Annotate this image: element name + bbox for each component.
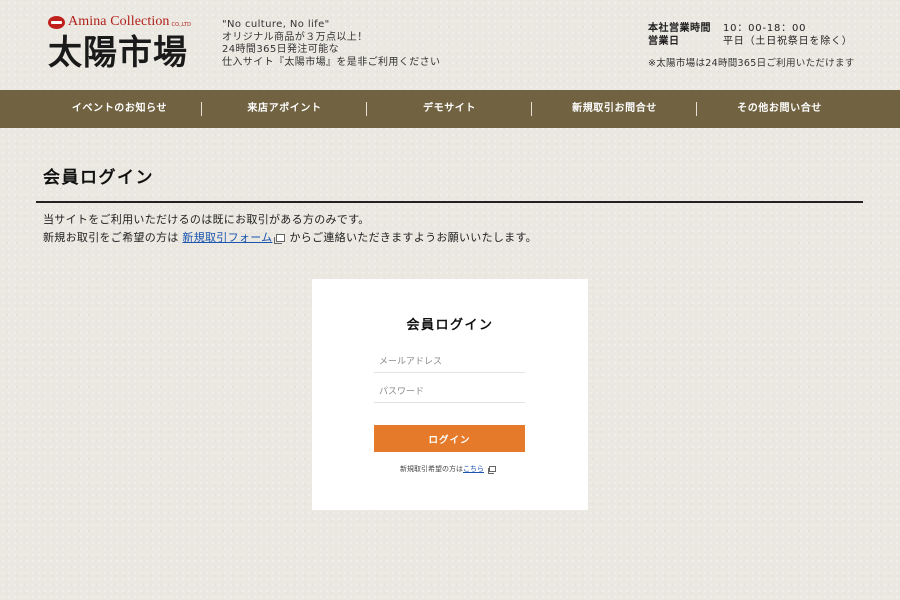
intro-line: 当サイトをご利用いただけるのは既にお取引がある方のみです。 (43, 213, 370, 226)
tagline-line: "No culture, No life" (222, 19, 330, 30)
header-tagline: "No culture, No life" オリジナル商品が３万点以上！ 24時… (222, 19, 440, 69)
title-divider (36, 201, 863, 203)
days-label: 営業日 (648, 36, 680, 47)
hours-label: 本社営業時間 (648, 23, 711, 34)
days-value: 平日（土日祝祭日を除く） (723, 36, 853, 47)
nav-item-new-business-inquiry[interactable]: 新規取引お問合せ (532, 90, 697, 128)
logo-site-name: 太陽市場 (48, 33, 188, 73)
password-input[interactable] (374, 381, 525, 403)
intro-suffix: からご連絡いただきますようお願いいたします。 (289, 231, 537, 244)
external-link-icon (274, 234, 286, 244)
logo-brand-name: Amina Collection (68, 14, 170, 29)
nav-item-events[interactable]: イベントのお知らせ (37, 90, 202, 128)
hours-row: 本社営業時間 10：00-18：00 (648, 22, 855, 35)
email-input[interactable] (374, 351, 525, 373)
login-card-title: 会員ログイン (406, 318, 494, 333)
site-logo[interactable]: Amina Collection CO.,LTD 太陽市場 (48, 13, 213, 77)
business-hours: 本社営業時間 10：00-18：00 営業日 平日（土日祝祭日を除く） ※太陽市… (648, 22, 855, 69)
hours-note: ※太陽市場は24時間365日ご利用いただけます (648, 58, 855, 69)
nav-item-store-appointment[interactable]: 来店アポイント (202, 90, 367, 128)
hours-value: 10：00-18：00 (723, 23, 807, 34)
new-business-here-link[interactable]: こちら (463, 465, 484, 473)
login-button[interactable]: ログイン (374, 425, 525, 452)
page-title: 会員ログイン (43, 168, 154, 188)
intro-prefix: 新規お取引をご希望の方は (43, 231, 179, 244)
tagline-line: オリジナル商品が３万点以上！ (222, 31, 368, 43)
new-business-note: 新規取引希望の方はこちら (312, 464, 588, 474)
tagline-line: 仕入サイト『太陽市場』を是非ご利用ください (222, 56, 441, 68)
intro-text: 当サイトをご利用いただけるのは既にお取引がある方のみです。 新規お取引をご希望の… (43, 211, 537, 247)
login-card: 会員ログイン ログイン 新規取引希望の方はこちら (312, 279, 588, 510)
site-header: Amina Collection CO.,LTD 太陽市場 "No cultur… (0, 0, 900, 90)
days-row: 営業日 平日（土日祝祭日を除く） (648, 35, 855, 48)
tagline-line: 24時間365日発注可能な (222, 44, 340, 55)
note-prefix: 新規取引希望の方は (400, 465, 463, 473)
nav-item-other-inquiry[interactable]: その他お問い合せ (697, 90, 862, 128)
logo-top: Amina Collection CO.,LTD (48, 13, 213, 31)
logo-brand-suffix: CO.,LTD (171, 21, 191, 28)
nav-item-demo-site[interactable]: デモサイト (367, 90, 532, 128)
intro-line: 新規お取引をご希望の方は 新規取引フォーム からご連絡いただきますようお願いいたし… (43, 229, 537, 247)
main-nav: イベントのお知らせ 来店アポイント デモサイト 新規取引お問合せ その他お問い合… (0, 90, 900, 128)
logo-mark-icon (48, 15, 65, 29)
external-link-icon (488, 466, 496, 474)
new-business-form-link[interactable]: 新規取引フォーム (182, 231, 272, 244)
